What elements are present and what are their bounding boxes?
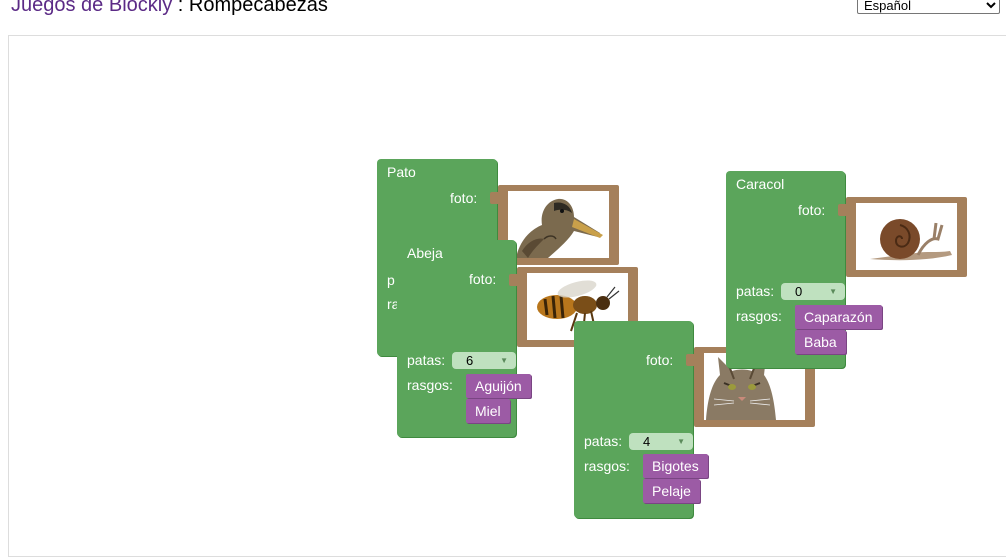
legs-value: 6	[466, 353, 474, 368]
photo-label: foto:	[450, 190, 478, 206]
animal-name-label: Caracol	[736, 176, 785, 192]
trait-block-caparazon[interactable]: Caparazón	[795, 305, 882, 329]
dropdown-arrow-icon: ▼	[677, 437, 685, 446]
connector-tab	[490, 192, 500, 204]
legs-value: 0	[795, 284, 803, 299]
photo-block-snail[interactable]	[838, 197, 967, 277]
connector-tab	[686, 354, 696, 366]
legs-label: p	[387, 272, 395, 288]
traits-label: rasgos:	[407, 377, 453, 393]
photo-label: foto:	[469, 271, 497, 287]
legs-label: patas:	[407, 352, 446, 368]
language-select[interactable]: Español	[857, 0, 1000, 14]
connector-tab	[509, 274, 519, 286]
page-header: Juegos de Blockly : Rompecabezas	[11, 0, 328, 17]
snail-photo-icon	[870, 219, 952, 261]
legs-label: patas:	[736, 283, 775, 299]
trait-block-aguijon[interactable]: Aguijón	[466, 374, 531, 398]
page-title: Rompecabezas	[188, 0, 328, 16]
legs-label: patas:	[584, 433, 623, 449]
legs-dropdown[interactable]: 0 ▼	[781, 283, 845, 300]
legs-dropdown[interactable]: 4 ▼	[629, 433, 693, 450]
blockly-workspace[interactable]: Pato foto: p ra Abeja foto: patas: 6 ▼ r…	[8, 35, 1006, 557]
trait-block-pelaje[interactable]: Pelaje	[643, 479, 700, 503]
dropdown-arrow-icon: ▼	[500, 356, 508, 365]
traits-label: rasgos:	[584, 458, 630, 474]
photo-area	[856, 203, 957, 270]
photo-label: foto:	[798, 202, 826, 218]
traits-label: rasgos:	[736, 308, 782, 324]
animal-name-label: Abeja	[407, 245, 443, 261]
duck-photo-icon	[516, 198, 603, 258]
title-separator: :	[172, 0, 189, 16]
connector-tab	[838, 204, 848, 216]
legs-value: 4	[643, 434, 651, 449]
animal-name-label: Pato	[387, 164, 416, 180]
dropdown-arrow-icon: ▼	[829, 287, 837, 296]
trait-block-miel[interactable]: Miel	[466, 399, 510, 423]
photo-label: foto:	[646, 352, 674, 368]
photo-area	[508, 191, 609, 258]
photo-block-duck[interactable]	[490, 185, 619, 265]
trait-block-bigotes[interactable]: Bigotes	[643, 454, 708, 478]
legs-dropdown[interactable]: 6 ▼	[452, 352, 516, 369]
app-title-link[interactable]: Juegos de Blockly	[11, 0, 172, 16]
trait-block-baba[interactable]: Baba	[795, 330, 846, 354]
